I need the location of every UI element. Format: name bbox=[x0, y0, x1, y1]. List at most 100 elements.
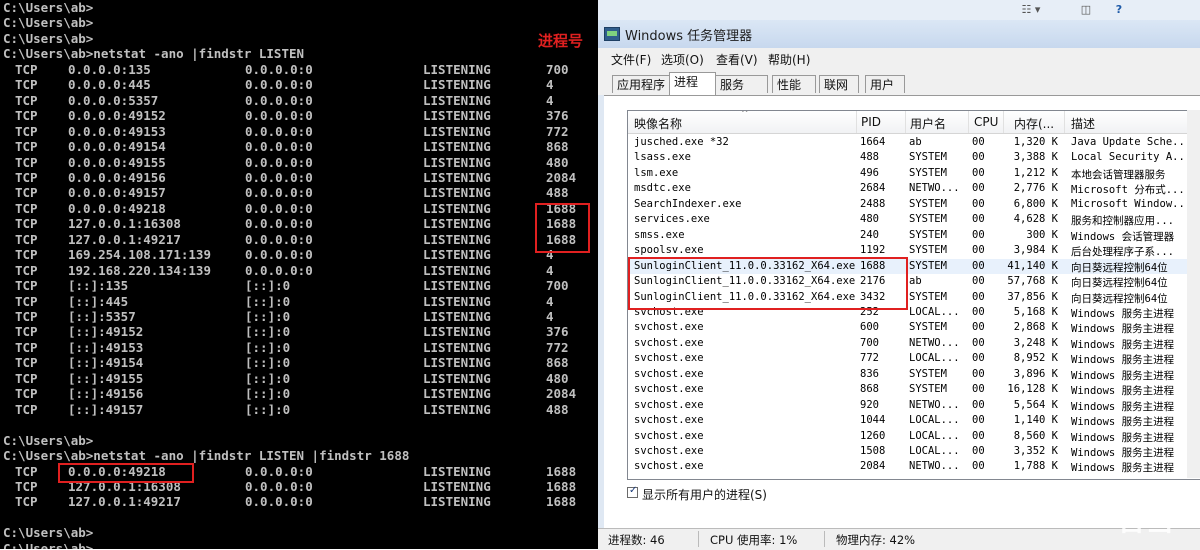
process-user: SYSTEM bbox=[909, 151, 947, 164]
status-divider bbox=[698, 531, 699, 547]
process-name: spoolsv.exe bbox=[634, 244, 704, 257]
process-row[interactable]: svchost.exe 600 SYSTEM 00 2,868 K Windows 服务主… bbox=[628, 320, 1200, 335]
process-row[interactable]: smss.exe 240 SYSTEM 00 300 K Windows 会话管理器 bbox=[628, 228, 1200, 243]
tab-processes[interactable]: 进程 bbox=[669, 72, 716, 95]
col-pid[interactable]: PID bbox=[861, 115, 881, 129]
process-row[interactable]: svchost.exe 700 NETWO... 00 3,248 K Windows 服… bbox=[628, 336, 1200, 351]
foreign-address-cell: [::]:0 bbox=[245, 324, 291, 340]
pid-cell: 4 bbox=[546, 92, 554, 108]
process-row[interactable]: lsm.exe 496 SYSTEM 00 1,212 K 本地会话管理器服务 bbox=[628, 166, 1200, 181]
foreign-address-cell: 0.0.0.0:0 bbox=[245, 262, 313, 278]
foreign-address-cell: 0.0.0.0:0 bbox=[245, 108, 313, 124]
help-icon[interactable]: ? bbox=[1108, 2, 1130, 18]
process-memory: 4,628 K bbox=[1013, 213, 1058, 226]
process-user: SYSTEM bbox=[909, 166, 947, 179]
process-row[interactable]: lsass.exe 488 SYSTEM 00 3,388 K Local Securit… bbox=[628, 150, 1200, 165]
view-options-icon[interactable]: ☷ ▾ bbox=[1020, 2, 1042, 18]
process-description: Windows 服务主进程 bbox=[1071, 447, 1175, 459]
foreign-address-cell: [::]:0 bbox=[245, 309, 291, 324]
process-row[interactable]: svchost.exe 2084 NETWO... 00 1,788 K Windows … bbox=[628, 459, 1200, 474]
menu-help[interactable]: 帮助(H) bbox=[768, 51, 810, 68]
process-row[interactable]: svchost.exe 1044 LOCAL... 00 1,140 K Windows … bbox=[628, 413, 1200, 428]
process-user: ab bbox=[909, 136, 922, 148]
process-memory: 1,140 K bbox=[1013, 414, 1058, 427]
local-address-cell: [::]:5357 bbox=[68, 309, 136, 324]
foreign-address-cell: 0.0.0.0:0 bbox=[245, 247, 313, 263]
show-all-processes-checkbox[interactable] bbox=[627, 485, 638, 498]
col-image-name[interactable]: 映像名称 bbox=[634, 115, 682, 132]
process-row[interactable]: services.exe 480 SYSTEM 00 4,628 K 服务和控制器应用..… bbox=[628, 212, 1200, 227]
state-cell: LISTENING bbox=[423, 185, 491, 201]
protocol-cell: TCP bbox=[15, 494, 38, 510]
tab-performance[interactable]: 性能 bbox=[772, 75, 816, 93]
console-prompt: C:\Users\ab> bbox=[3, 30, 94, 46]
process-row[interactable]: svchost.exe 1260 LOCAL... 00 8,560 K Windows … bbox=[628, 429, 1200, 444]
pid-cell: 772 bbox=[546, 123, 569, 139]
local-address-cell: 0.0.0.0:5357 bbox=[68, 92, 159, 108]
tab-users[interactable]: 用户 bbox=[865, 75, 905, 93]
process-pid: 1664 bbox=[860, 136, 886, 148]
process-cpu: 00 bbox=[972, 398, 985, 411]
column-divider[interactable] bbox=[905, 111, 906, 133]
netstat-row: TCP [::]:135 [::]:0 LISTENING 700 bbox=[0, 278, 598, 293]
netstat-row: TCP [::]:49153 [::]:0 LISTENING 772 bbox=[0, 340, 598, 355]
process-pid: 1260 bbox=[860, 429, 886, 442]
process-row[interactable]: svchost.exe 772 LOCAL... 00 8,952 K Windows 服… bbox=[628, 351, 1200, 366]
show-all-processes-label[interactable]: 显示所有用户的进程(S) bbox=[642, 486, 767, 503]
process-memory: 2,776 K bbox=[1013, 182, 1058, 195]
menu-file[interactable]: 文件(F) bbox=[611, 51, 651, 68]
pid-cell: 700 bbox=[546, 278, 569, 294]
foreign-address-cell: [::]:0 bbox=[245, 401, 291, 417]
col-description[interactable]: 描述 bbox=[1071, 115, 1095, 132]
pid-cell: 772 bbox=[546, 339, 569, 355]
kanxue-watermark: ❄ 看雪 bbox=[1075, 495, 1200, 549]
col-memory[interactable]: 内存(... bbox=[1014, 115, 1054, 132]
pane-icon[interactable]: ◫ bbox=[1075, 2, 1097, 18]
menu-view[interactable]: 查看(V) bbox=[716, 51, 758, 68]
protocol-cell: TCP bbox=[15, 216, 38, 232]
local-address-cell: 0.0.0.0:445 bbox=[68, 77, 151, 93]
state-cell: LISTENING bbox=[423, 169, 491, 185]
console-prompt: C:\Users\ab> bbox=[3, 15, 94, 31]
title-bar[interactable]: Windows 任务管理器 bbox=[598, 20, 1200, 48]
process-cpu: 00 bbox=[972, 259, 985, 272]
netstat-row: TCP 0.0.0.0:49152 0.0.0.0:0 LISTENING 376 bbox=[0, 108, 598, 123]
process-description: Windows 服务主进程 bbox=[1071, 338, 1175, 351]
local-address-cell: 0.0.0.0:49157 bbox=[68, 185, 166, 201]
process-row[interactable]: svchost.exe 1508 LOCAL... 00 3,352 K Windows … bbox=[628, 444, 1200, 459]
process-cpu: 00 bbox=[972, 414, 985, 427]
column-divider[interactable] bbox=[856, 111, 857, 133]
process-row[interactable]: svchost.exe 920 NETWO... 00 5,564 K Windows 服… bbox=[628, 398, 1200, 413]
cmd-console[interactable]: C:\Users\ab> C:\Users\ab> C:\Users\ab> C… bbox=[0, 0, 598, 549]
column-divider[interactable] bbox=[1064, 111, 1065, 133]
process-memory: 5,564 K bbox=[1013, 398, 1058, 411]
column-divider[interactable] bbox=[1003, 111, 1004, 133]
process-row[interactable]: SearchIndexer.exe 2488 SYSTEM 00 6,800 K Micr… bbox=[628, 197, 1200, 212]
foreign-address-cell: 0.0.0.0:0 bbox=[245, 463, 313, 479]
local-address-cell: [::]:49153 bbox=[68, 339, 144, 355]
process-pid: 2084 bbox=[860, 460, 886, 473]
process-pid: 1192 bbox=[860, 244, 886, 257]
tab-strip: 应用程序 进程 服务 性能 联网 用户 bbox=[598, 69, 1200, 95]
protocol-cell: TCP bbox=[15, 262, 38, 278]
tab-services[interactable]: 服务 bbox=[715, 75, 768, 93]
col-cpu[interactable]: CPU bbox=[974, 115, 998, 129]
process-row[interactable]: msdtc.exe 2684 NETWO... 00 2,776 K Microsoft … bbox=[628, 181, 1200, 196]
column-divider[interactable] bbox=[968, 111, 969, 133]
protocol-cell: TCP bbox=[15, 463, 38, 479]
col-username[interactable]: 用户名 bbox=[910, 115, 946, 132]
process-cpu: 00 bbox=[972, 151, 985, 164]
process-row[interactable]: jusched.exe *32 1664 ab 00 1,320 K Java Updat… bbox=[628, 135, 1200, 150]
tab-networking[interactable]: 联网 bbox=[819, 75, 859, 93]
pid-cell: 480 bbox=[546, 154, 569, 170]
menu-options[interactable]: 选项(O) bbox=[661, 51, 704, 68]
process-row[interactable]: svchost.exe 868 SYSTEM 00 16,128 K Windows 服务… bbox=[628, 382, 1200, 397]
local-address-cell: 127.0.0.1:49217 bbox=[68, 231, 181, 247]
process-user: SYSTEM bbox=[909, 367, 947, 380]
process-list-scrollbar[interactable] bbox=[1187, 110, 1200, 478]
console-prompt: C:\Users\ab> bbox=[3, 432, 94, 448]
process-cpu: 00 bbox=[972, 445, 985, 457]
state-cell: LISTENING bbox=[423, 200, 491, 216]
process-row[interactable]: svchost.exe 836 SYSTEM 00 3,896 K Windows 服务主… bbox=[628, 367, 1200, 382]
tab-applications[interactable]: 应用程序 bbox=[612, 75, 670, 93]
